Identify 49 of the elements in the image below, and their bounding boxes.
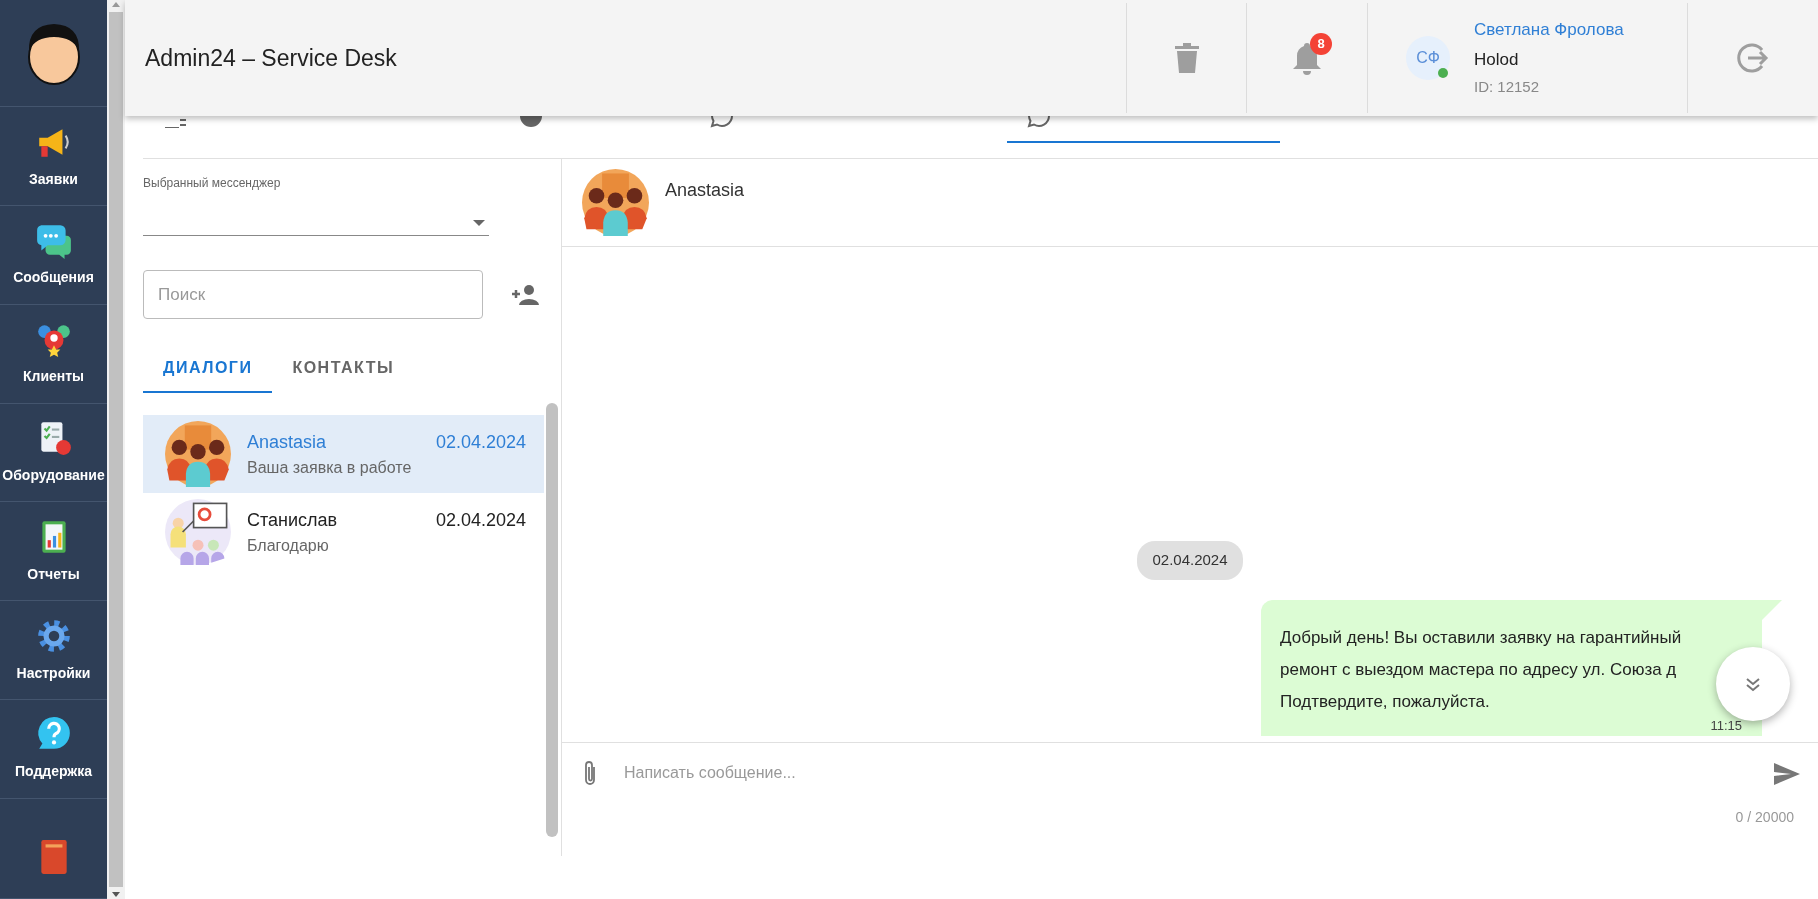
sidebar-item[interactable]: Отчеты	[0, 502, 107, 602]
list-tab[interactable]: КОНТАКТЫ	[272, 345, 415, 393]
list-scrollbar[interactable]	[546, 403, 558, 837]
list-tab[interactable]: ДИАЛОГИ	[143, 345, 273, 393]
notifications-button[interactable]: 8	[1247, 3, 1367, 113]
send-button[interactable]	[1774, 761, 1800, 785]
add-person-icon	[511, 285, 539, 306]
arrow-up-icon[interactable]	[111, 0, 121, 8]
sidebar-item[interactable]: Поддержка	[0, 700, 107, 799]
presentation-avatar-icon	[165, 499, 231, 565]
character-counter: 0 / 20000	[1735, 808, 1795, 827]
attach-button[interactable]	[582, 759, 598, 787]
message-text: Добрый день! Вы оставили заявку на гарантийный ремонт с выездом мастера по адресу ул. Союза д Подтвердите, пожалуйста.	[1280, 626, 1683, 713]
scroll-down-button[interactable]	[1716, 647, 1790, 721]
notification-badge: 8	[1310, 33, 1332, 55]
message-time: 11:15	[1710, 717, 1742, 733]
contact-name: Станислав	[247, 508, 338, 532]
message-input[interactable]: Написать сообщение...	[622, 753, 1750, 793]
app-title: Admin24 – Service Desk	[145, 44, 397, 71]
whatsapp-icon	[710, 116, 734, 128]
send-icon	[1774, 762, 1800, 785]
group-avatar-icon	[165, 421, 231, 487]
contact-name: Anastasia	[247, 430, 327, 454]
paperclip-icon	[582, 759, 598, 787]
message-preview: Благодарю	[247, 535, 330, 556]
search-field[interactable]: Поиск	[143, 270, 483, 319]
user-avatar: СФ	[1406, 36, 1450, 80]
dialog-item[interactable]: Anastasia 02.04.2024 Ваша заявка в работе	[143, 415, 544, 493]
whatsapp-icon	[1027, 116, 1051, 128]
caret-icon	[473, 220, 485, 227]
channel-tab[interactable]	[1007, 116, 1280, 143]
double-chevron-icon	[1745, 676, 1761, 693]
company-name: Holod	[1474, 48, 1520, 71]
arrow-down-icon[interactable]	[111, 891, 121, 899]
message-preview: Ваша заявка в работе	[247, 457, 413, 478]
user-name-link[interactable]: Светлана Фролова	[1474, 17, 1624, 43]
dialog-item[interactable]: Станислав 02.04.2024 Благодарю	[143, 493, 544, 571]
trash-icon	[1174, 43, 1199, 73]
contact-name: Anastasia	[665, 179, 745, 202]
user-id: ID: 12152	[1474, 77, 1541, 98]
messenger-select[interactable]: Выбранный мессенджер	[143, 174, 489, 236]
dialog-date: 02.04.2024	[435, 508, 526, 532]
sidebar-item[interactable]: Сообщения	[0, 205, 107, 305]
date-label: 02.04.2024	[1137, 541, 1243, 580]
scrollbar-thumb[interactable]	[109, 12, 123, 887]
group-avatar-icon	[582, 169, 649, 236]
dialog-date: 02.04.2024	[435, 430, 526, 454]
logout-icon	[1736, 41, 1770, 75]
scrollbar[interactable]	[107, 0, 125, 899]
